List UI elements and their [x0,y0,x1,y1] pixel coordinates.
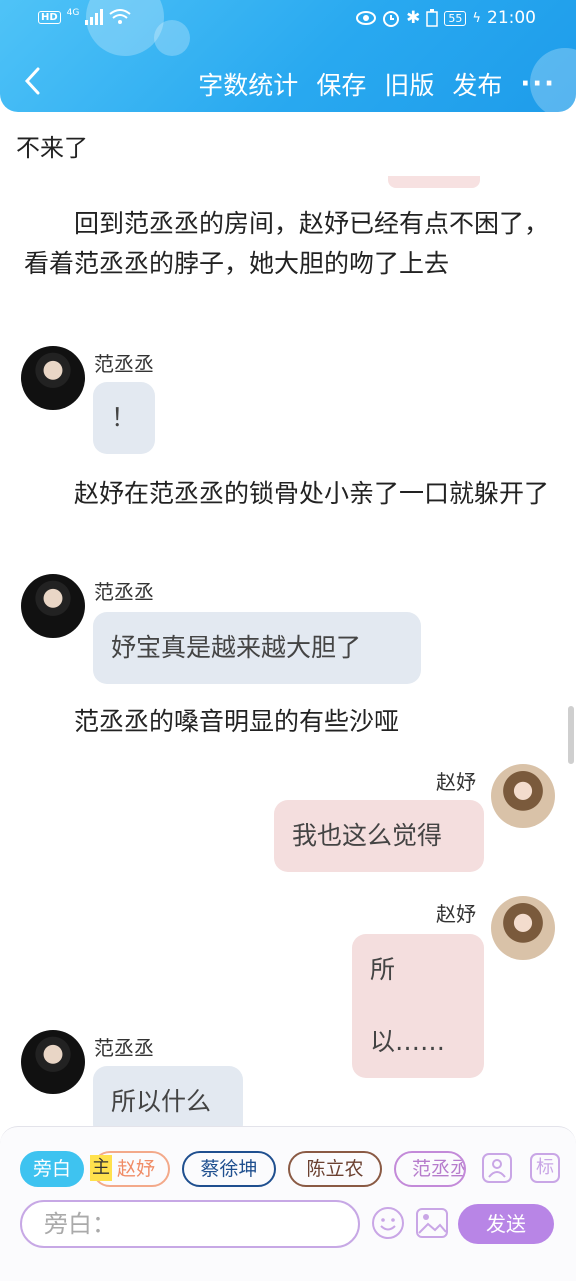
chat-bubble[interactable]: 我也这么觉得 [274,800,484,872]
app-header: HD 4G ✱ 55 ϟ 21:00 字数统计 保存 旧版 发布 ··· [0,0,576,112]
role-chip-narration[interactable]: 旁白 [20,1151,84,1187]
battery-level: 55 [444,10,467,26]
avatar [21,1030,85,1094]
hd-badge: HD [38,10,61,24]
speaker-name: 范丞丞 [94,1036,154,1060]
save-button[interactable]: 保存 [316,66,366,102]
tag-icon[interactable]: 标 [530,1153,560,1183]
battery-icon [426,9,439,27]
old-version-button[interactable]: 旧版 [384,66,434,102]
role-chip-chen[interactable]: 陈立农 [288,1151,382,1187]
network-label: 4G [66,8,80,18]
narration-text: 回到范丞丞的房间，赵妤已经有点不困了，看着范丞丞的脖子，她大胆的吻了上去 [24,209,550,278]
image-icon[interactable] [415,1206,449,1240]
story-content[interactable]: 不来了 回到范丞丞的房间，赵妤已经有点不困了，看着范丞丞的脖子，她大胆的吻了上去… [0,112,576,1127]
role-chip-cai[interactable]: 蔡徐坤 [182,1151,276,1187]
role-label: 赵妤 [116,1158,155,1180]
narration-text: 不来了 [16,134,88,162]
scrollbar[interactable] [568,706,574,764]
signal-icon [85,9,104,25]
chat-bubble[interactable]: ！ [93,382,155,454]
status-bar: HD 4G ✱ 55 ϟ 21:00 [0,0,576,40]
emoji-icon[interactable] [371,1206,405,1240]
main-role-tag: 主 [90,1155,112,1181]
narration-text: 赵妤在范丞丞的锁骨处小亲了一口就躲开了 [24,479,550,508]
nav-bar: 字数统计 保存 旧版 发布 ··· [0,56,576,108]
wifi-icon [109,9,131,24]
speaker-name: 范丞丞 [94,580,154,604]
message-input[interactable]: 旁白： [20,1200,360,1248]
avatar [491,764,555,828]
avatar [21,574,85,638]
chat-bubble[interactable]: 妤宝真是越来越大胆了 [93,612,421,684]
chat-bubble[interactable]: 所以什么 [93,1066,243,1127]
avatar [21,346,85,410]
charging-icon: ϟ [472,10,481,26]
chat-bubble[interactable]: 所以…… [352,934,484,1078]
eye-icon [356,11,377,25]
more-icon[interactable]: ··· [520,69,556,99]
speaker-name: 赵妤 [436,770,476,794]
speaker-name: 范丞丞 [94,352,154,376]
role-chip-fan[interactable]: 范丞丞 [394,1151,466,1187]
speaker-name: 赵妤 [436,902,476,926]
publish-button[interactable]: 发布 [452,66,502,102]
back-icon[interactable] [22,66,44,96]
clock: 21:00 [487,8,536,28]
alarm-icon [383,11,400,27]
send-button[interactable]: 发送 [458,1204,554,1244]
narration-text: 范丞丞的嗓音明显的有些沙哑 [24,707,400,736]
person-icon[interactable] [482,1153,512,1183]
bluetooth-icon: ✱ [406,8,421,28]
avatar [491,896,555,960]
word-count-button[interactable]: 字数统计 [198,66,298,102]
bubble-edge [388,176,480,188]
